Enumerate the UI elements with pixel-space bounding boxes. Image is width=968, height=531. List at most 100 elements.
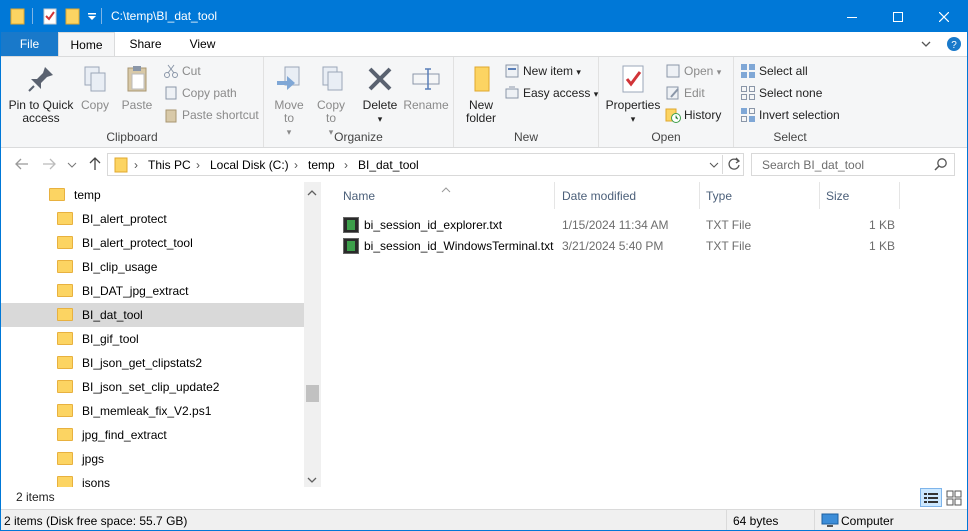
details-view-button[interactable] <box>920 488 942 507</box>
back-button[interactable] <box>14 156 30 175</box>
tab-file[interactable]: File <box>1 32 58 56</box>
breadcrumb-bi-dat-tool[interactable]: BI_dat_tool <box>358 158 419 172</box>
file-row[interactable]: bi_session_id_WindowsTerminal.txt 3/21/20… <box>343 236 903 256</box>
rename-button[interactable]: Rename <box>402 63 450 112</box>
cut-button[interactable]: Cut <box>163 61 201 81</box>
customize-quick-access-icon[interactable] <box>87 11 97 25</box>
nav-item[interactable]: BI_json_set_clip_update2 <box>57 375 219 399</box>
nav-item[interactable]: jpgs <box>57 447 104 471</box>
file-row[interactable]: bi_session_id_explorer.txt 1/15/2024 11:3… <box>343 215 903 235</box>
search-icon <box>934 157 948 174</box>
breadcrumb-local-disk[interactable]: Local Disk (C:) <box>210 158 289 172</box>
column-header-date[interactable]: Date modified <box>562 189 636 203</box>
pin-icon <box>25 63 57 95</box>
select-none-button[interactable]: Select none <box>740 83 822 103</box>
breadcrumb-temp[interactable]: temp <box>308 158 335 172</box>
organize-group-label: Organize <box>334 130 383 144</box>
properties-button[interactable]: Properties ▾ <box>605 63 661 126</box>
large-icons-view-button[interactable] <box>946 490 962 509</box>
folder-icon <box>57 452 73 465</box>
select-all-button[interactable]: Select all <box>740 61 808 81</box>
nav-item-label: BI_json_get_clipstats2 <box>82 356 203 370</box>
paste-shortcut-icon <box>163 107 179 123</box>
ribbon-tabs: File Home Share View ? <box>1 32 967 57</box>
easy-access-button[interactable]: Easy access ▾ <box>504 83 598 103</box>
nav-item[interactable]: jsons <box>57 471 110 487</box>
select-group: Select all Select none Invert selection … <box>734 57 846 147</box>
file-name: bi_session_id_WindowsTerminal.txt <box>364 239 554 253</box>
folder-icon <box>57 236 73 249</box>
nav-item-label: temp <box>74 188 101 202</box>
nav-item[interactable]: BI_clip_usage <box>57 255 157 279</box>
refresh-icon[interactable] <box>727 157 741 174</box>
history-button[interactable]: History <box>665 105 721 125</box>
ribbon: Pin to Quick access Copy Paste Cut Copy … <box>1 56 967 148</box>
file-date: 1/15/2024 11:34 AM <box>562 218 669 232</box>
nav-item[interactable]: BI_dat_tool <box>1 303 304 327</box>
search-input[interactable]: Search BI_dat_tool <box>751 153 955 176</box>
nav-item[interactable]: BI_memleak_fix_V2.ps1 <box>57 399 211 423</box>
maximize-button[interactable] <box>875 1 921 32</box>
chevron-right-icon: › <box>134 158 138 172</box>
recent-locations-button[interactable] <box>67 158 77 173</box>
address-dropdown-icon[interactable] <box>709 159 719 173</box>
open-button[interactable]: Open ▾ <box>665 61 721 81</box>
nav-item[interactable]: BI_gif_tool <box>57 327 139 351</box>
sort-ascending-icon <box>441 182 451 196</box>
invert-selection-button[interactable]: Invert selection <box>740 105 840 125</box>
help-icon[interactable]: ? <box>946 36 962 55</box>
expand-ribbon-icon[interactable] <box>920 38 932 53</box>
properties-quick-icon[interactable] <box>42 7 58 28</box>
scroll-down-icon[interactable] <box>307 473 317 487</box>
minimize-button[interactable] <box>829 1 875 32</box>
nav-item[interactable]: BI_DAT_jpg_extract <box>57 279 189 303</box>
breadcrumb-this-pc[interactable]: This PC <box>148 158 191 172</box>
paste-button[interactable]: Paste <box>116 63 158 112</box>
nav-item-label: BI_memleak_fix_V2.ps1 <box>82 404 212 418</box>
svg-text:?: ? <box>951 40 957 51</box>
nav-item-label: jsons <box>82 476 111 487</box>
new-item-icon <box>504 63 520 79</box>
nav-item[interactable]: BI_alert_protect_tool <box>57 231 193 255</box>
column-header-type[interactable]: Type <box>706 189 732 203</box>
minimize-icon <box>847 16 857 18</box>
file-type: TXT File <box>706 239 752 253</box>
delete-button[interactable]: Delete ▾ <box>360 63 400 126</box>
scroll-up-icon[interactable] <box>307 186 317 200</box>
select-group-label: Select <box>773 130 807 144</box>
up-button[interactable] <box>87 156 103 175</box>
nav-item[interactable]: jpg_find_extract <box>57 423 167 447</box>
tab-view[interactable]: View <box>175 32 230 56</box>
new-folder-quick-icon[interactable] <box>65 7 81 28</box>
tab-share[interactable]: Share <box>118 32 173 56</box>
nav-item[interactable]: BI_json_get_clipstats2 <box>57 351 202 375</box>
new-item-button[interactable]: New item ▾ <box>504 61 581 81</box>
column-header-size[interactable]: Size <box>826 189 849 203</box>
forward-button[interactable] <box>41 156 57 175</box>
column-header-name[interactable]: Name <box>343 189 375 203</box>
copy-path-button[interactable]: Copy path <box>163 83 237 103</box>
scroll-thumb[interactable] <box>306 385 319 402</box>
copy-to-button[interactable]: Copy to ▾ <box>312 63 350 139</box>
move-to-button[interactable]: Move to ▾ <box>270 63 308 139</box>
new-group: New folder New item ▾ Easy access ▾ New <box>454 57 599 147</box>
nav-item[interactable]: BI_alert_protect <box>57 207 167 231</box>
pin-to-quick-access-button[interactable]: Pin to Quick access <box>6 63 76 125</box>
new-folder-icon <box>465 63 497 95</box>
select-all-icon <box>740 63 756 79</box>
chevron-down-icon <box>67 162 77 168</box>
open-icon <box>665 63 681 79</box>
nav-scrollbar[interactable] <box>304 182 321 487</box>
paste-shortcut-button[interactable]: Paste shortcut <box>163 105 259 125</box>
nav-item[interactable]: temp <box>49 183 101 207</box>
tab-home[interactable]: Home <box>58 32 115 57</box>
nav-item-label: BI_dat_tool <box>82 308 143 322</box>
copy-to-icon <box>315 63 347 95</box>
folder-icon <box>57 308 73 321</box>
chevron-right-icon: › <box>196 158 200 172</box>
address-bar[interactable]: › This PC › Local Disk (C:) › temp › BI_… <box>107 153 744 176</box>
edit-button[interactable]: Edit <box>665 83 705 103</box>
new-folder-button[interactable]: New folder <box>460 63 502 125</box>
close-button[interactable] <box>921 1 967 32</box>
copy-button[interactable]: Copy <box>75 63 115 112</box>
